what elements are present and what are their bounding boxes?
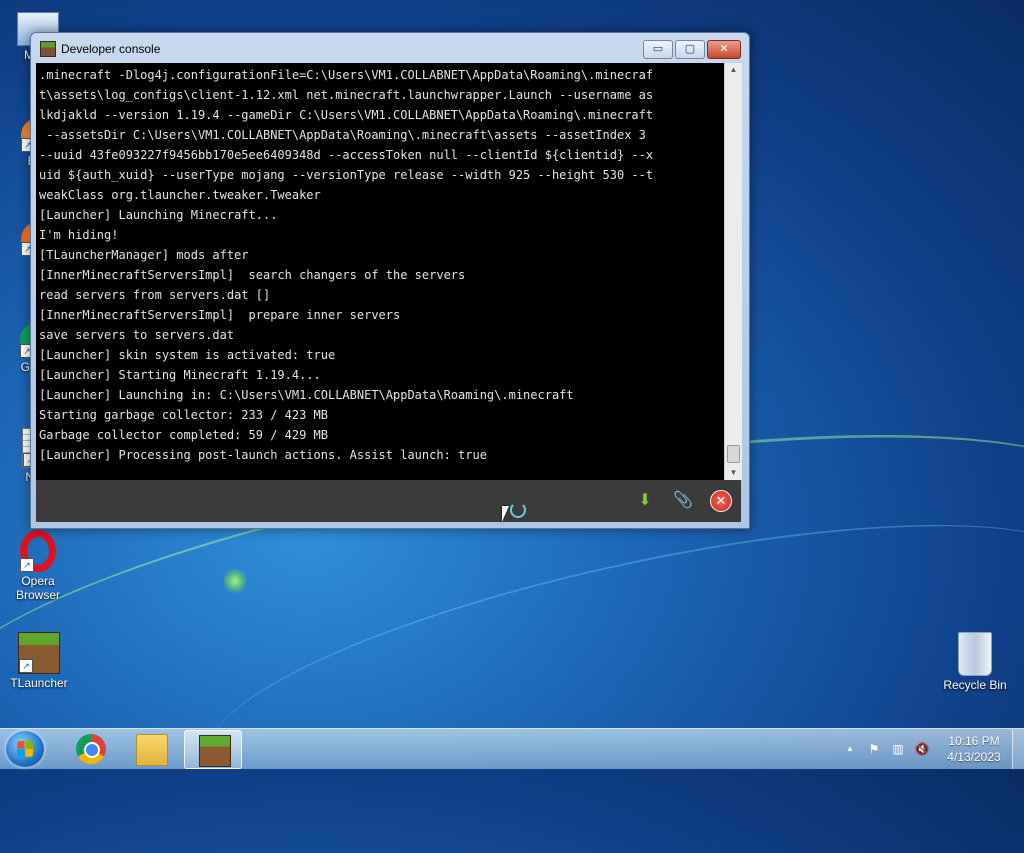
console-line: [TLauncherManager] mods after xyxy=(39,248,249,262)
console-toolbar: ⬇ 📎 ✕ xyxy=(36,480,741,522)
console-line: .minecraft -Dlog4j.configurationFile=C:\… xyxy=(39,68,654,82)
paperclip-icon[interactable]: 📎 xyxy=(672,490,694,512)
console-scrollbar[interactable]: ▲ ▼ xyxy=(724,63,742,480)
network-icon[interactable]: ▥ xyxy=(890,741,906,757)
desktop-icon-label: Opera Browser xyxy=(15,574,60,602)
console-line: [Launcher] Launching in: C:\Users\VM1.CO… xyxy=(39,388,574,402)
window-title: Developer console xyxy=(61,42,161,56)
window-titlebar[interactable]: Developer console ▭ ▢ ✕ xyxy=(31,33,749,63)
minecraft-grass-block-icon: ↗ xyxy=(18,632,60,674)
windows-logo-icon xyxy=(17,741,33,757)
scrollbar-thumb[interactable] xyxy=(727,445,740,463)
system-tray: ▲ ⚑ ▥ 🔇 xyxy=(842,729,942,769)
minimize-button[interactable]: ▭ xyxy=(643,40,673,59)
opera-icon: ↗ xyxy=(20,530,56,572)
console-line: t\assets\log_configs\client-1.12.xml net… xyxy=(39,88,654,102)
close-console-button[interactable]: ✕ xyxy=(710,490,732,512)
console-line: Garbage collector completed: 59 / 429 MB xyxy=(39,428,328,442)
console-line: [InnerMinecraftServersImpl] search chang… xyxy=(39,268,466,282)
console-line: read servers from servers.dat [] xyxy=(39,288,271,302)
clock-time: 10:16 PM xyxy=(948,734,1000,748)
console-line: lkdjakld --version 1.19.4 --gameDir C:\U… xyxy=(39,108,654,122)
volume-muted-icon[interactable]: 🔇 xyxy=(914,741,930,757)
console-line: [Launcher] Starting Minecraft 1.19.4... xyxy=(39,368,321,382)
minecraft-grass-block-icon xyxy=(199,735,231,767)
console-line: uid ${auth_xuid} --userType mojang --ver… xyxy=(39,168,654,182)
action-center-flag-icon[interactable]: ⚑ xyxy=(866,741,882,757)
mouse-cursor-icon xyxy=(502,506,509,522)
shortcut-arrow-icon: ↗ xyxy=(19,659,33,673)
chrome-icon xyxy=(76,734,106,764)
console-line: weakClass org.tlauncher.tweaker.Tweaker xyxy=(39,188,321,202)
developer-console-window: Developer console ▭ ▢ ✕ .minecraft -Dlog… xyxy=(30,32,750,529)
desktop-icon-tlauncher[interactable]: ↗ TLauncher xyxy=(1,632,77,690)
maximize-button[interactable]: ▢ xyxy=(675,40,705,59)
start-button[interactable] xyxy=(6,731,44,767)
console-line: [InnerMinecraftServersImpl] prepare inne… xyxy=(39,308,401,322)
minecraft-grass-block-icon xyxy=(40,41,56,57)
console-line: [Launcher] Processing post-launch action… xyxy=(39,448,487,462)
desktop-icon-opera[interactable]: ↗ Opera Browser xyxy=(0,530,76,602)
taskbar: ▲ ⚑ ▥ 🔇 10:16 PM 4/13/2023 xyxy=(0,728,1024,769)
close-window-button[interactable]: ✕ xyxy=(707,40,741,59)
console-line: --uuid 43fe093227f9456bb170e5ee6409348d … xyxy=(39,148,654,162)
scroll-down-arrow-icon[interactable]: ▼ xyxy=(725,466,742,480)
show-hidden-icons-arrow[interactable]: ▲ xyxy=(842,741,858,757)
console-line: Starting garbage collector: 233 / 423 MB xyxy=(39,408,328,422)
download-icon[interactable]: ⬇ xyxy=(634,490,656,512)
folder-icon xyxy=(136,734,168,766)
taskbar-item-explorer[interactable] xyxy=(122,730,178,767)
console-line: I'm hiding! xyxy=(39,228,119,242)
show-desktop-button[interactable] xyxy=(1012,729,1024,769)
console-line: --assetsDir C:\Users\VM1.COLLABNET\AppDa… xyxy=(39,128,646,142)
loading-spinner-icon xyxy=(510,502,526,518)
console-lines: .minecraft -Dlog4j.configurationFile=C:\… xyxy=(36,63,724,465)
wallpaper-logo xyxy=(224,566,246,596)
taskbar-clock[interactable]: 10:16 PM 4/13/2023 xyxy=(938,733,1010,765)
clock-date: 4/13/2023 xyxy=(947,750,1001,764)
console-line: save servers to servers.dat xyxy=(39,328,235,342)
scroll-up-arrow-icon[interactable]: ▲ xyxy=(725,63,742,77)
desktop-icon-label: TLauncher xyxy=(10,676,68,690)
desktop-icon-recycle-bin[interactable]: Recycle Bin xyxy=(937,632,1013,692)
shortcut-arrow-icon: ↗ xyxy=(20,558,34,572)
desktop-icon-label: Recycle Bin xyxy=(943,678,1007,692)
taskbar-item-chrome[interactable] xyxy=(62,730,118,767)
recycle-bin-icon xyxy=(958,632,992,676)
taskbar-item-tlauncher[interactable] xyxy=(184,730,242,769)
console-output[interactable]: .minecraft -Dlog4j.configurationFile=C:\… xyxy=(36,63,724,480)
console-line: [Launcher] skin system is activated: tru… xyxy=(39,348,336,362)
console-line: [Launcher] Launching Minecraft... xyxy=(39,208,278,222)
